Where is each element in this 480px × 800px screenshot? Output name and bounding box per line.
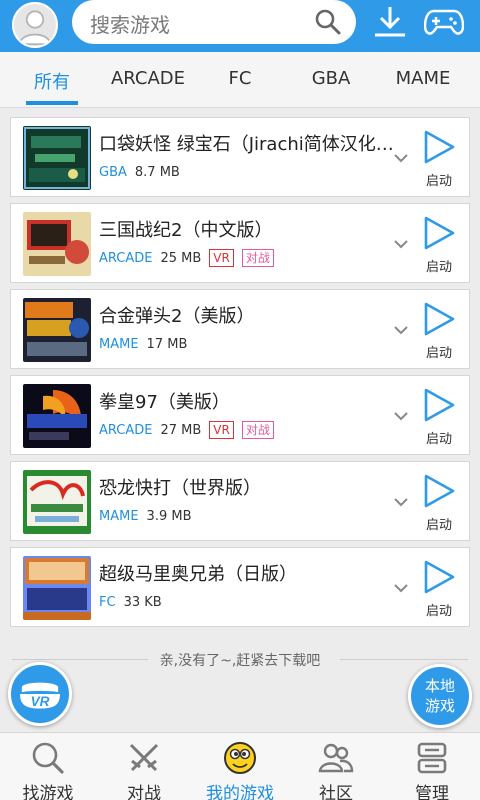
chevron-down-icon[interactable] <box>393 152 409 164</box>
game-meta: FC 33 KB <box>99 592 162 612</box>
active-tab-indicator <box>26 101 78 105</box>
swords-icon <box>129 743 159 772</box>
game-title: 口袋妖怪 绿宝石（Jirachi简体汉化版） <box>99 134 399 155</box>
nav-my-games[interactable]: 我的游戏 <box>192 733 288 800</box>
game-platform: FC <box>99 594 116 610</box>
vr-label: VR <box>31 694 50 709</box>
versus-badge: 对战 <box>241 249 274 267</box>
game-platform: MAME <box>99 336 139 352</box>
chevron-down-icon[interactable] <box>393 496 409 508</box>
nav-manage[interactable]: 管理 <box>384 733 480 800</box>
mascot-icon <box>224 742 256 774</box>
play-icon[interactable] <box>421 560 455 594</box>
game-title: 三国战纪2（中文版） <box>99 220 273 241</box>
tab-all[interactable]: 所有 <box>12 68 92 94</box>
chevron-down-icon[interactable] <box>393 410 409 422</box>
tab-gba[interactable]: GBA <box>291 68 371 89</box>
game-thumbnail <box>23 384 91 448</box>
launch-button[interactable]: 启动 <box>419 256 459 275</box>
search-icon[interactable] <box>314 8 342 36</box>
local-games-label: 本地 <box>424 677 455 695</box>
category-tabs: 所有 ARCADE FC GBA MAME <box>0 52 480 108</box>
game-title: 恐龙快打（世界版） <box>99 478 261 499</box>
play-icon[interactable] <box>421 474 455 508</box>
game-item[interactable]: 口袋妖怪 绿宝石（Jirachi简体汉化版） GBA 8.7 MB 启动 <box>10 117 470 197</box>
vr-badge: VR <box>209 421 234 439</box>
game-meta: MAME 3.9 MB <box>99 506 192 526</box>
game-title: 超级马里奥兄弟（日版） <box>99 564 297 585</box>
search-placeholder: 搜索游戏 <box>90 13 170 37</box>
chevron-down-icon[interactable] <box>393 582 409 594</box>
game-meta: MAME 17 MB <box>99 334 187 354</box>
play-icon[interactable] <box>421 302 455 336</box>
game-platform: GBA <box>99 164 127 180</box>
download-icon[interactable] <box>372 4 408 40</box>
game-item[interactable]: 拳皇97（美版） ARCADE 27 MB VR 对战 启动 <box>10 375 470 455</box>
tab-fc[interactable]: FC <box>200 68 280 89</box>
game-platform: ARCADE <box>99 250 153 266</box>
game-size: 8.7 MB <box>134 164 180 180</box>
game-item[interactable]: 三国战纪2（中文版） ARCADE 25 MB VR 对战 启动 <box>10 203 470 283</box>
game-thumbnail <box>23 556 91 620</box>
game-thumbnail <box>23 298 91 362</box>
top-bar: 搜索游戏 <box>0 0 480 52</box>
game-thumbnail <box>23 126 91 190</box>
game-thumbnail <box>23 212 91 276</box>
game-size: 17 MB <box>146 336 188 352</box>
launch-button[interactable]: 启动 <box>419 170 459 189</box>
avatar-icon <box>14 4 56 46</box>
launch-button[interactable]: 启动 <box>419 600 459 619</box>
game-size: 25 MB <box>160 250 202 266</box>
versus-badge: 对战 <box>241 421 274 439</box>
vr-badge: VR <box>209 249 234 267</box>
tab-mame[interactable]: MAME <box>383 68 463 89</box>
avatar[interactable] <box>12 2 58 48</box>
bottom-navigation: 找游戏 对战 我的游戏 社区 管理 <box>0 732 480 800</box>
game-item[interactable]: 合金弹头2（美版） MAME 17 MB 启动 <box>10 289 470 369</box>
nav-find-games[interactable]: 找游戏 <box>0 733 96 800</box>
search-icon <box>32 742 64 774</box>
game-size: 27 MB <box>160 422 202 438</box>
gamepad-icon[interactable] <box>424 6 464 38</box>
game-platform: MAME <box>99 508 139 524</box>
tab-arcade[interactable]: ARCADE <box>108 68 188 89</box>
game-meta: ARCADE 27 MB VR 对战 <box>99 420 274 440</box>
play-icon[interactable] <box>421 216 455 250</box>
game-title: 合金弹头2（美版） <box>99 306 255 327</box>
search-box[interactable]: 搜索游戏 <box>72 0 356 44</box>
game-size: 33 KB <box>123 594 162 610</box>
game-thumbnail <box>23 470 91 534</box>
chevron-down-icon[interactable] <box>393 324 409 336</box>
game-meta: ARCADE 25 MB VR 对战 <box>99 248 274 268</box>
nav-battle[interactable]: 对战 <box>96 733 192 800</box>
community-icon <box>318 743 354 773</box>
manage-icon <box>417 742 447 774</box>
launch-button[interactable]: 启动 <box>419 514 459 533</box>
game-platform: ARCADE <box>99 422 153 438</box>
play-icon[interactable] <box>421 388 455 422</box>
chevron-down-icon[interactable] <box>393 238 409 250</box>
vr-goggles-icon: VR <box>20 682 60 709</box>
play-icon[interactable] <box>421 130 455 164</box>
game-item[interactable]: 超级马里奥兄弟（日版） FC 33 KB 启动 <box>10 547 470 627</box>
local-games-button[interactable]: 本地 游戏 <box>408 664 472 728</box>
vr-button[interactable]: VR <box>8 662 72 726</box>
game-meta: GBA 8.7 MB <box>99 162 180 182</box>
nav-community[interactable]: 社区 <box>288 733 384 800</box>
game-size: 3.9 MB <box>146 508 192 524</box>
game-title: 拳皇97（美版） <box>99 392 230 413</box>
local-games-label: 游戏 <box>424 697 455 715</box>
launch-button[interactable]: 启动 <box>419 428 459 447</box>
end-of-list-message: 亲,没有了~,赶紧去下载吧 <box>159 653 321 669</box>
launch-button[interactable]: 启动 <box>419 342 459 361</box>
game-item[interactable]: 恐龙快打（世界版） MAME 3.9 MB 启动 <box>10 461 470 541</box>
